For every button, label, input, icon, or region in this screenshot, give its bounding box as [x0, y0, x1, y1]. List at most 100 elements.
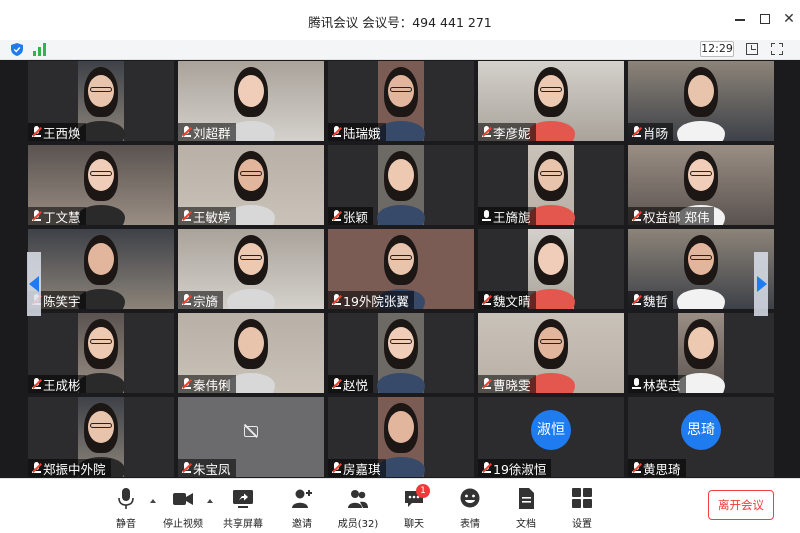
camera-feed: [377, 145, 425, 225]
participant-tile[interactable]: 李彦妮: [478, 61, 624, 141]
meeting-window: 腾讯会议 会议号：494 441 271 ✕ 12:29 王西焕 刘超群 陆瑞娥 李彦…: [0, 0, 800, 533]
participant-tile[interactable]: 权益部 郑伟: [628, 145, 774, 225]
participant-tile[interactable]: 王成彬: [28, 313, 174, 393]
stop-video-button[interactable]: 停止视频: [153, 488, 213, 532]
document-icon: [519, 488, 534, 509]
video-grid: 王西焕 刘超群 陆瑞娥 李彦妮 肖旸丁文慧 王敏婷 张颖 王旖旎 权益部 郑伟陈笑宇 宗旖 19外院…: [4, 61, 796, 478]
next-page-button[interactable]: [754, 252, 768, 316]
participant-tile[interactable]: 刘超群: [178, 61, 324, 141]
participant-tile[interactable]: 郑振中外院: [28, 397, 174, 477]
arrow-left-icon: [29, 276, 39, 292]
participant-name-bar: 刘超群: [178, 123, 236, 141]
grid-settings-icon: [572, 488, 592, 508]
participant-tile[interactable]: 房嘉琪: [328, 397, 474, 477]
participant-tile[interactable]: 宗旖: [178, 229, 324, 309]
participant-name: 王旖旎: [493, 209, 531, 225]
share-screen-button[interactable]: 共享屏幕: [213, 488, 273, 532]
participant-name-bar: 张颖: [328, 207, 374, 225]
meeting-clock: 12:29: [700, 41, 734, 57]
reactions-label: 表情: [460, 519, 480, 530]
info-bar: 12:29: [0, 40, 800, 60]
mic-muted-icon: [181, 210, 191, 222]
participant-name-bar: 权益部 郑伟: [628, 207, 715, 225]
reactions-button[interactable]: 表情: [440, 488, 500, 532]
camera-feed: [377, 313, 425, 393]
microphone-icon: [118, 488, 134, 509]
chat-button[interactable]: 聊天: [384, 488, 444, 532]
participant-tile[interactable]: 林英志: [628, 313, 774, 393]
participant-name: 秦伟俐: [193, 377, 231, 393]
participant-name: 肖旸: [643, 125, 669, 141]
mic-muted-icon: [181, 462, 191, 474]
participant-tile[interactable]: 王敏婷: [178, 145, 324, 225]
participant-name-bar: 王成彬: [28, 375, 86, 393]
maximize-button[interactable]: [756, 10, 774, 28]
participant-name-bar: 宗旖: [178, 291, 224, 309]
participant-name: 林英志: [643, 377, 681, 393]
participant-name: 黄思琦: [643, 461, 681, 477]
mic-muted-icon: [631, 126, 641, 138]
participant-tile[interactable]: 张颖: [328, 145, 474, 225]
participant-tile[interactable]: 魏哲: [628, 229, 774, 309]
participant-name: 19外院张翼: [343, 293, 409, 309]
participant-tile[interactable]: 王旖旎: [478, 145, 624, 225]
documents-button[interactable]: 文档: [496, 488, 556, 532]
participant-tile[interactable]: 秦伟俐: [178, 313, 324, 393]
participant-name: 陆瑞娥: [343, 125, 381, 141]
participant-tile[interactable]: 丁文慧: [28, 145, 174, 225]
participant-tile[interactable]: 19外院张翼: [328, 229, 474, 309]
participant-tile[interactable]: 陆瑞娥: [328, 61, 474, 141]
mic-muted-icon: [481, 126, 491, 138]
invite-label: 邀请: [292, 519, 312, 530]
signal-strength-icon[interactable]: [33, 43, 47, 56]
fullscreen-icon[interactable]: [771, 43, 783, 55]
chat-unread-badge: 1: [416, 484, 430, 498]
participant-tile[interactable]: 陈笑宇: [28, 229, 174, 309]
participant-name: 刘超群: [193, 125, 231, 141]
members-button[interactable]: 成员(32): [328, 488, 388, 532]
participant-name-bar: 郑振中外院: [28, 459, 111, 477]
participant-name-bar: 王旖旎: [478, 207, 536, 225]
participant-tile[interactable]: 魏文晴: [478, 229, 624, 309]
participant-tile[interactable]: 思琦 黄思琦: [628, 397, 774, 477]
minimize-icon: [735, 19, 745, 21]
mic-muted-icon: [31, 210, 41, 222]
minimize-button[interactable]: [731, 10, 749, 28]
participant-name-bar: 王西焕: [28, 123, 86, 141]
close-button[interactable]: ✕: [780, 10, 798, 28]
participant-tile[interactable]: 王西焕: [28, 61, 174, 141]
layout-toggle-icon[interactable]: [746, 43, 758, 55]
mute-button[interactable]: 静音: [96, 488, 156, 532]
shield-icon[interactable]: [11, 43, 23, 56]
maximize-icon: [760, 14, 770, 24]
participant-name-bar: 陆瑞娥: [328, 123, 386, 141]
leave-meeting-button[interactable]: 离开会议: [708, 490, 774, 520]
mic-muted-icon: [181, 126, 191, 138]
mic-muted-icon: [331, 210, 341, 222]
mic-muted-icon: [31, 462, 41, 474]
mic-muted-icon: [331, 462, 341, 474]
participant-name: 曹晓雯: [493, 377, 531, 393]
previous-page-button[interactable]: [27, 252, 41, 316]
participant-tile[interactable]: 淑恒 19徐淑恒: [478, 397, 624, 477]
participant-name: 王敏婷: [193, 209, 231, 225]
participant-name: 陈笑宇: [43, 293, 81, 309]
participant-tile[interactable]: 赵悦: [328, 313, 474, 393]
settings-button[interactable]: 设置: [552, 488, 612, 532]
share-screen-icon: [233, 490, 253, 508]
meeting-toolbar: 静音 停止视频 共享屏幕 邀请 成员(32) 聊天 表情 文档 设置: [0, 478, 800, 533]
participant-tile[interactable]: 肖旸: [628, 61, 774, 141]
mic-muted-icon: [31, 126, 41, 138]
mic-muted-icon: [181, 378, 191, 390]
window-title: 腾讯会议 会议号：494 441 271: [308, 15, 492, 30]
chat-label: 聊天: [404, 519, 424, 530]
mic-muted-icon: [331, 378, 341, 390]
title-bar: 腾讯会议 会议号：494 441 271 ✕: [0, 0, 800, 40]
participant-name: 郑振中外院: [43, 461, 106, 477]
invite-button[interactable]: 邀请: [272, 488, 332, 532]
participant-tile[interactable]: 朱宝凤: [178, 397, 324, 477]
microphone-icon: [481, 210, 491, 222]
participant-tile[interactable]: 曹晓雯: [478, 313, 624, 393]
emoji-icon: [460, 488, 480, 508]
mic-muted-icon: [181, 294, 191, 306]
